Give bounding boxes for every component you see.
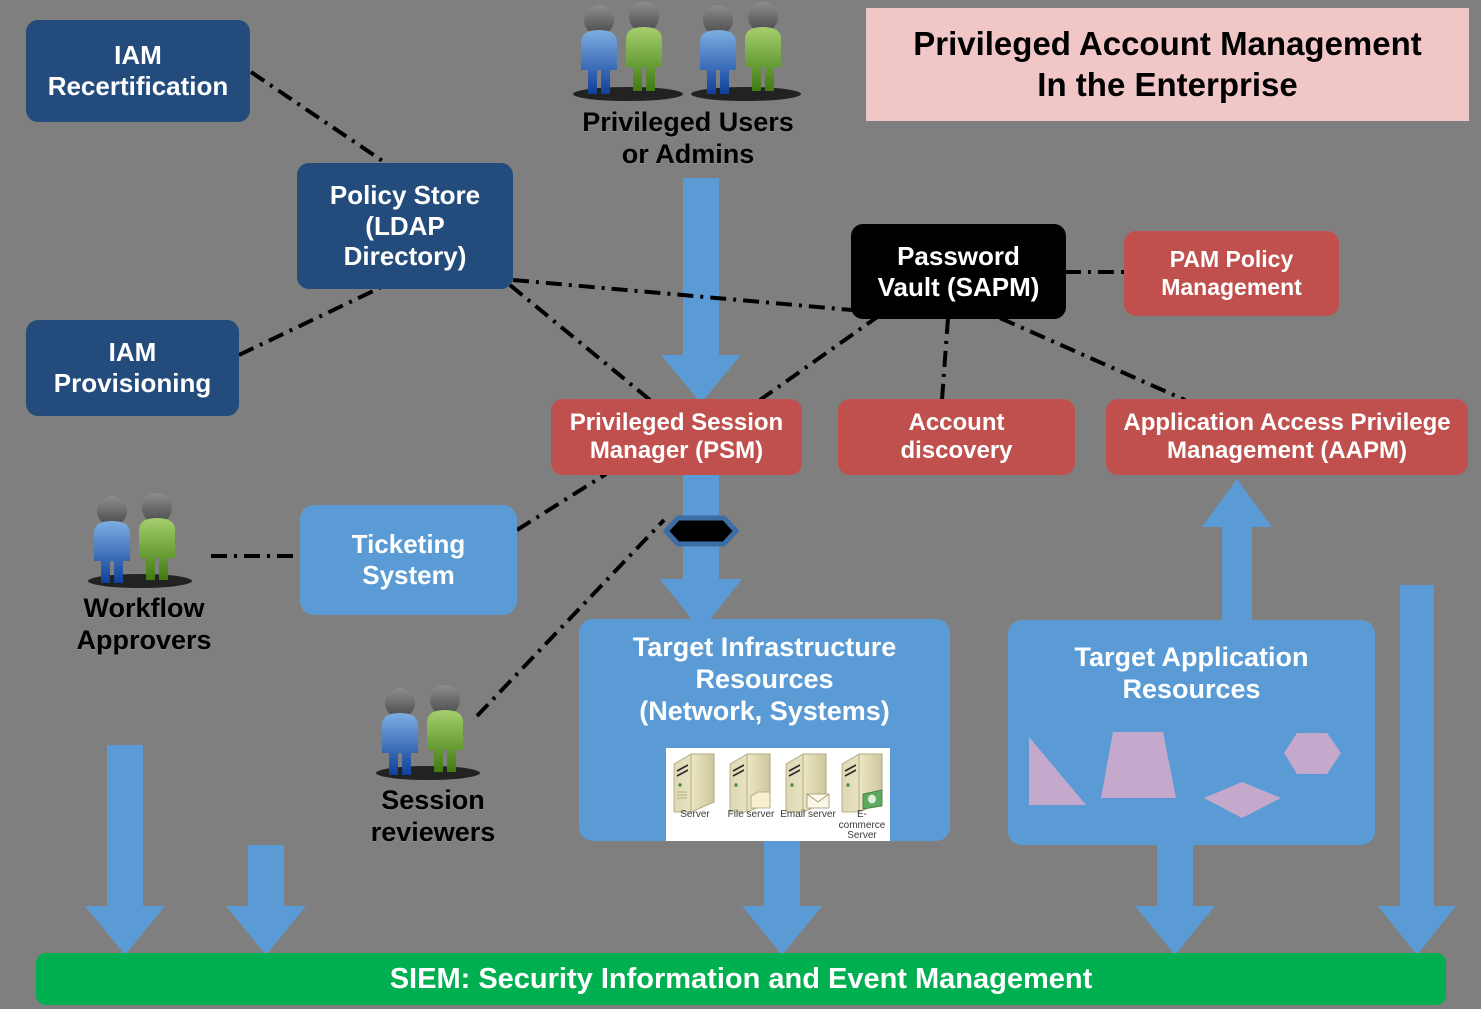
trapezoid-shape [1101,732,1176,798]
triangle-shape [1029,737,1086,805]
decorative-shapes-layer [662,515,1341,818]
session-recording-badge [662,515,740,547]
diamond-shape [1204,782,1281,818]
hexagon-shape [1284,733,1341,774]
diagram-canvas: Privileged Account Management In the Ent… [0,0,1481,1009]
